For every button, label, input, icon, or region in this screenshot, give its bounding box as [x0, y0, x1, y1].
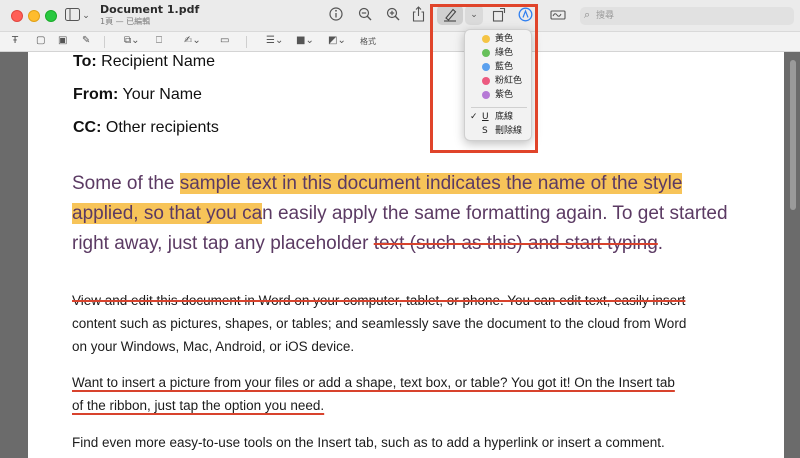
highlight-button[interactable] — [437, 5, 463, 25]
text-box-icon[interactable]: ⎕ — [156, 34, 162, 48]
scrollbar[interactable] — [790, 60, 796, 210]
toolbar-divider — [104, 36, 105, 48]
format-button[interactable]: 格式 — [360, 35, 376, 49]
color-swatch — [482, 77, 490, 85]
to-label: To: — [73, 53, 97, 70]
highlight-menu: 黃色 綠色 藍色 粉紅色 紫色 ✓ U 底線 S 刪除線 — [464, 29, 532, 141]
sidebar-icon[interactable] — [64, 8, 80, 26]
strikethrough-text[interactable]: View and edit this document in Word on y… — [72, 293, 685, 308]
color-swatch — [482, 63, 490, 71]
highlight-pen-icon — [442, 7, 458, 27]
text-selection-icon[interactable]: Ŧ — [12, 34, 18, 48]
line-style-icon[interactable]: ☰⌄ — [266, 34, 283, 48]
text-run: Some of the — [72, 173, 180, 194]
highlighted-text[interactable]: sample text in this document indicates t… — [179, 173, 683, 194]
toolbar-divider — [246, 36, 247, 48]
color-swatch — [482, 49, 490, 57]
markup-icon[interactable] — [517, 7, 533, 27]
underline-icon: U — [482, 112, 489, 122]
border-color-icon[interactable]: ■⌄ — [296, 34, 314, 48]
document-status: 1頁 — 已編輯 — [100, 17, 151, 26]
minimize-window-button[interactable] — [28, 10, 40, 22]
cc-line: CC: Other recipients — [73, 119, 219, 137]
body-line: Find even more easy-to-use tools on the … — [72, 435, 665, 450]
chevron-down-icon[interactable]: ⌄ — [81, 8, 91, 24]
body-line: right away, just tap any placeholder tex… — [72, 233, 663, 255]
menu-item-label: 黃色 — [495, 34, 514, 44]
strikethrough-icon: S — [482, 126, 488, 136]
color-swatch — [482, 35, 490, 43]
menu-item-label: 藍色 — [495, 62, 514, 72]
shapes-icon[interactable]: ⧉⌄ — [124, 34, 140, 48]
strikethrough-text[interactable]: text (such as this) and start typing — [374, 233, 658, 254]
menu-item-label: 粉紅色 — [495, 76, 523, 86]
note-icon[interactable]: ▭ — [220, 34, 229, 48]
signature-icon[interactable] — [549, 7, 567, 26]
sketch-icon[interactable]: ✎ — [82, 34, 90, 48]
fill-color-icon[interactable]: ◩⌄ — [328, 34, 346, 48]
zoom-in-icon[interactable] — [385, 7, 401, 26]
color-swatch — [482, 91, 490, 99]
menu-item-blue[interactable]: 藍色 — [465, 60, 531, 74]
underlined-text[interactable]: Want to insert a picture from your files… — [72, 375, 675, 390]
to-value: Recipient Name — [101, 53, 215, 70]
zoom-out-icon[interactable] — [357, 7, 373, 26]
close-window-button[interactable] — [11, 10, 23, 22]
to-line: To: Recipient Name — [73, 53, 215, 71]
info-icon[interactable] — [328, 7, 344, 26]
highlighted-text[interactable]: applied, so that you ca — [72, 203, 263, 224]
cc-label: CC: — [73, 119, 102, 136]
body-line: Want to insert a picture from your files… — [72, 375, 675, 390]
document-title: Document 1.pdf — [100, 3, 200, 16]
cc-value: Other recipients — [105, 119, 219, 136]
text-run: right away, just tap any placeholder — [72, 233, 374, 254]
menu-item-label: 紫色 — [495, 90, 514, 100]
from-label: From: — [73, 86, 119, 103]
chevron-down-icon: ⌄ — [470, 10, 478, 20]
text-run: n easily apply the same formatting again… — [262, 203, 728, 224]
search-icon: ⌕ — [584, 8, 591, 21]
underlined-text[interactable]: of the ribbon, just tap the option you n… — [72, 398, 324, 413]
search-input[interactable] — [596, 7, 786, 25]
markup-toolbar: Ŧ ▢ ▣ ✎ ⧉⌄ ⎕ ✍⌄ ▭ ☰⌄ ■⌄ ◩⌄ 格式 — [0, 32, 800, 52]
search-field[interactable]: ⌕ — [580, 7, 794, 25]
body-line: content such as pictures, shapes, or tab… — [72, 316, 687, 331]
menu-item-label: 底線 — [495, 112, 514, 122]
body-line: View and edit this document in Word on y… — [72, 293, 685, 308]
sign-icon[interactable]: ✍⌄ — [184, 34, 201, 48]
menu-item-yellow[interactable]: 黃色 — [465, 32, 531, 46]
zoom-window-button[interactable] — [45, 10, 57, 22]
menu-item-green[interactable]: 綠色 — [465, 46, 531, 60]
instant-alpha-icon[interactable]: ▣ — [58, 34, 67, 48]
menu-item-label: 綠色 — [495, 48, 514, 58]
rectangle-selection-icon[interactable]: ▢ — [36, 34, 45, 48]
checkmark-icon: ✓ — [470, 112, 478, 122]
share-icon[interactable] — [410, 6, 426, 27]
menu-item-purple[interactable]: 紫色 — [465, 88, 531, 102]
title-bar: ⌄ Document 1.pdf 1頁 — 已編輯 ⌄ ⌕ — [0, 0, 800, 32]
from-value: Your Name — [122, 86, 202, 103]
from-line: From: Your Name — [73, 86, 202, 104]
menu-item-underline[interactable]: ✓ U 底線 — [465, 110, 531, 124]
body-line: of the ribbon, just tap the option you n… — [72, 398, 324, 413]
rotate-icon[interactable] — [491, 7, 507, 27]
menu-item-pink[interactable]: 粉紅色 — [465, 74, 531, 88]
body-line: applied, so that you can easily apply th… — [72, 203, 728, 225]
menu-item-strikethrough[interactable]: S 刪除線 — [465, 124, 531, 138]
pdf-page: To: Recipient Name From: Your Name CC: O… — [28, 52, 784, 458]
text-run: . — [657, 233, 664, 254]
body-line: Some of the sample text in this document… — [72, 173, 683, 195]
highlight-menu-button[interactable]: ⌄ — [465, 5, 483, 25]
menu-item-label: 刪除線 — [495, 126, 523, 136]
menu-divider — [471, 107, 527, 108]
body-line: on your Windows, Mac, Android, or iOS de… — [72, 339, 355, 354]
